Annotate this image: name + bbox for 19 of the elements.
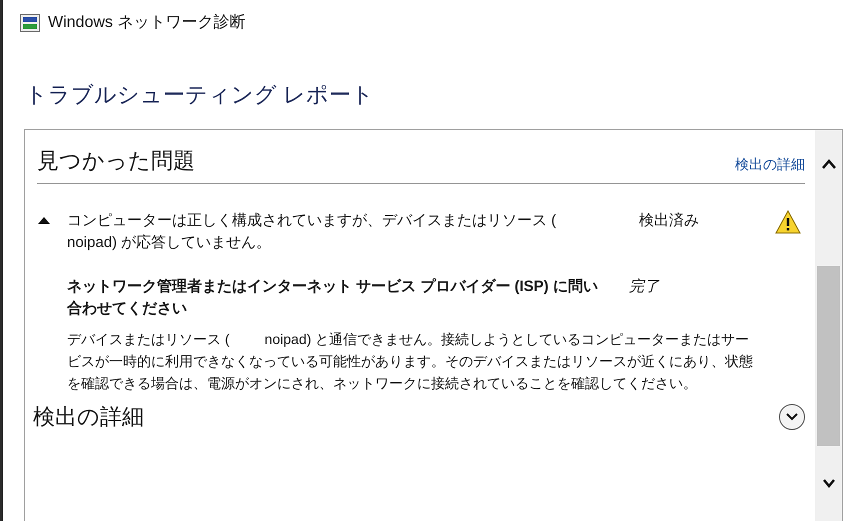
problem-status: 検出済み bbox=[639, 211, 700, 231]
scroll-down-icon[interactable] bbox=[822, 478, 836, 488]
section-title: 検出の詳細 bbox=[33, 403, 144, 431]
up-triangle-icon bbox=[38, 216, 50, 224]
section-title: 見つかった問題 bbox=[37, 147, 195, 175]
problem-text: コンピューターは正しく構成されていますが、デバイスまたはリソース ( noipad) が応答していません。 bbox=[67, 211, 558, 253]
action-status: 完了 bbox=[629, 277, 659, 297]
scroll-up-icon[interactable] bbox=[820, 158, 836, 170]
action-description: デバイスまたはリソース ( noipad) と通信できません。接続しようとしているコンピューターまたはサービスが一時的に利用できなくなっている可能性があります。そのデバイスまたはリソースが近くにあり、状態を確認できる場合は、電源がオンにされ、ネットワークに接続されていることを確認してください。 bbox=[67, 330, 754, 393]
scrollbar[interactable] bbox=[815, 130, 842, 521]
scrollbar-thumb[interactable] bbox=[817, 266, 840, 446]
expand-button[interactable] bbox=[779, 404, 805, 430]
report-heading: トラブルシューティング レポート bbox=[24, 81, 376, 109]
action-title: ネットワーク管理者またはインターネット サービス プロバイダー (ISP) に問い合わせてください bbox=[67, 277, 599, 319]
network-diagnostics-icon bbox=[20, 14, 40, 32]
window-title: Windows ネットワーク診断 bbox=[48, 12, 246, 33]
details-link[interactable]: 検出の詳細 bbox=[735, 154, 805, 177]
warning-icon bbox=[775, 210, 801, 234]
chevron-down-icon bbox=[786, 412, 798, 420]
